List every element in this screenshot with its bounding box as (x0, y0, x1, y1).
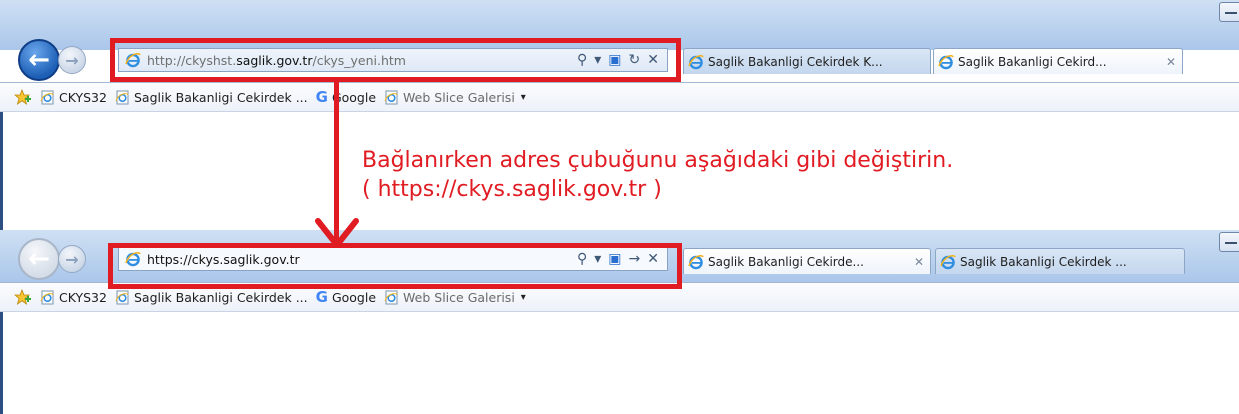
forward-arrow-icon: → (65, 50, 79, 70)
tab-2[interactable]: Saglik Bakanligi Cekirdek ... (935, 248, 1185, 274)
google-icon: G (315, 88, 328, 106)
favorite-web-slice-gallery[interactable]: Web Slice Galerisi ▾ (384, 290, 526, 305)
minimize-icon (1225, 12, 1237, 14)
back-arrow-icon: ← (28, 45, 50, 75)
favorite-web-slice-gallery[interactable]: Web Slice Galerisi ▾ (384, 90, 526, 105)
forward-button[interactable]: → (58, 245, 86, 273)
tab-title: Saglik Bakanligi Cekirdek ... (960, 254, 1127, 269)
ie-page-icon (115, 90, 129, 104)
ie-logo-icon (688, 54, 704, 70)
chevron-down-icon[interactable]: ▾ (521, 92, 526, 103)
address-bar-highlight-top (110, 38, 681, 82)
forward-button[interactable]: → (58, 46, 86, 74)
content-edge (0, 312, 3, 414)
minimize-button[interactable] (1219, 232, 1239, 252)
back-button[interactable]: ← (18, 238, 60, 280)
tab-1[interactable]: Saglik Bakanligi Cekirdek K... (683, 48, 931, 74)
back-button[interactable]: ← (18, 39, 60, 81)
minimize-button[interactable] (1219, 2, 1239, 22)
annotation-line-2: ( https://ckys.saglik.gov.tr ) (362, 177, 662, 202)
annotation-line-1: Bağlanırken adres çubuğunu aşağıdaki gib… (362, 148, 954, 173)
ie-page-icon (40, 90, 54, 104)
tab-1[interactable]: Saglik Bakanligi Cekirde... ✕ (683, 248, 931, 274)
annotation-arrow-head-icon (315, 218, 359, 248)
google-icon: G (315, 288, 328, 306)
back-arrow-icon: ← (28, 244, 50, 274)
forward-arrow-icon: → (65, 249, 79, 269)
chevron-down-icon[interactable]: ▾ (521, 292, 526, 303)
ie-page-icon (115, 290, 129, 304)
favorite-google[interactable]: G Google (316, 88, 376, 106)
favorite-ckys32[interactable]: CKYS32 (40, 290, 107, 305)
tab-title: Saglik Bakanligi Cekird... (958, 54, 1107, 69)
favorites-star-icon[interactable] (14, 89, 32, 105)
ie-logo-icon (938, 54, 954, 70)
ie-logo-icon (688, 254, 704, 270)
ie-page-icon (40, 290, 54, 304)
tab-2[interactable]: Saglik Bakanligi Cekird... ✕ (933, 48, 1183, 74)
ie-page-icon (384, 290, 398, 304)
favorite-ckys32[interactable]: CKYS32 (40, 90, 107, 105)
favorites-star-icon[interactable] (14, 289, 32, 305)
ie-page-icon (384, 90, 398, 104)
favorite-google[interactable]: G Google (316, 288, 376, 306)
ie-logo-icon (940, 254, 956, 270)
tab-close-icon[interactable]: ✕ (914, 255, 924, 269)
tab-title: Saglik Bakanligi Cekirde... (708, 254, 864, 269)
content-edge (0, 112, 3, 230)
favorites-bar: CKYS32 Saglik Bakanligi Cekirdek ... G G… (0, 82, 1239, 112)
favorite-saglik-bakanligi[interactable]: Saglik Bakanligi Cekirdek ... (115, 90, 308, 105)
tab-close-icon[interactable]: ✕ (1166, 55, 1176, 69)
tab-title: Saglik Bakanligi Cekirdek K... (708, 54, 883, 69)
address-bar-highlight-bottom (108, 243, 682, 289)
favorite-saglik-bakanligi[interactable]: Saglik Bakanligi Cekirdek ... (115, 290, 308, 305)
annotation-text: Bağlanırken adres çubuğunu aşağıdaki gib… (362, 146, 953, 204)
minimize-icon (1225, 242, 1237, 244)
